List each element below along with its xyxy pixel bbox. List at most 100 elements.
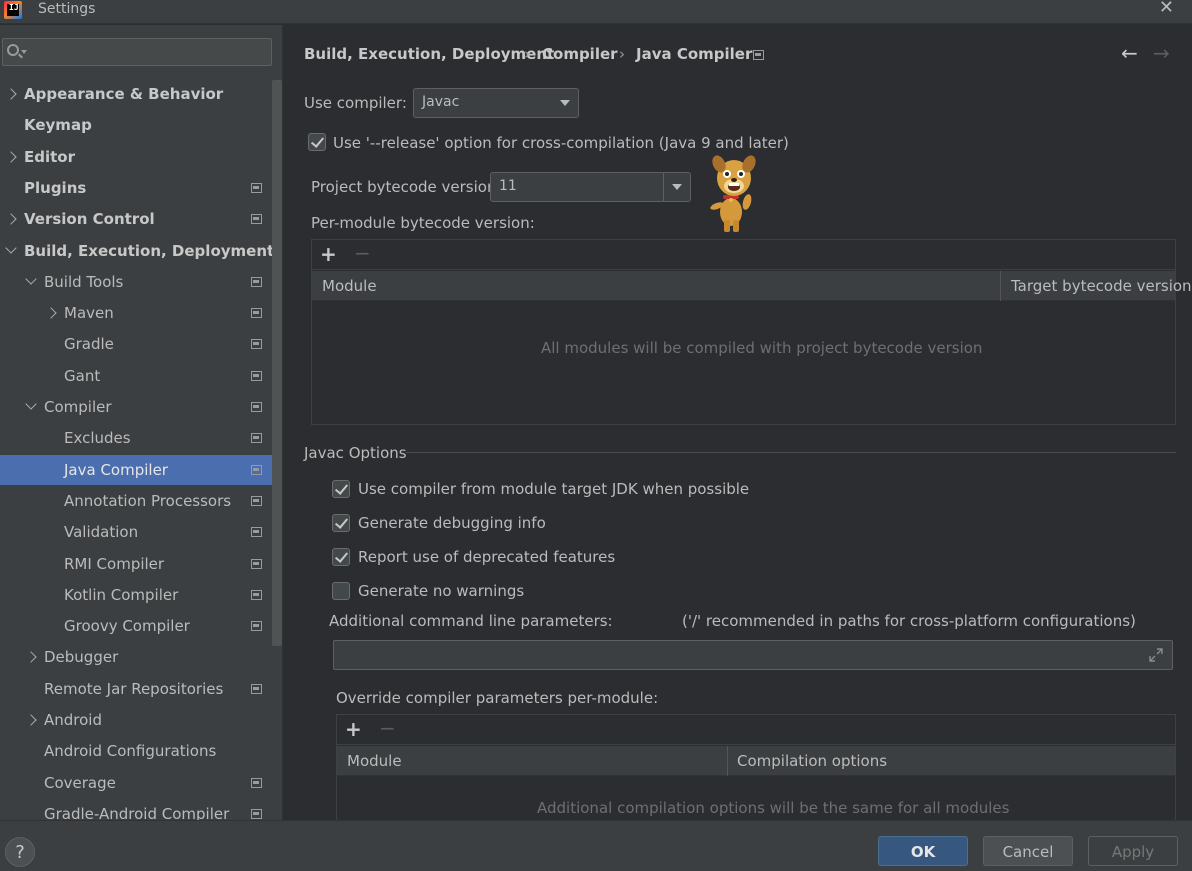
chevron-down-icon[interactable] xyxy=(25,398,37,410)
empty-table-text: All modules will be compiled with projec… xyxy=(541,339,983,357)
sidebar-item-keymap[interactable]: Keymap xyxy=(0,110,282,140)
sidebar-item-rmi-compiler[interactable]: RMI Compiler xyxy=(0,549,282,579)
column-header-module[interactable]: Module xyxy=(322,277,377,295)
override-table: + − Module Compilation options Additiona… xyxy=(336,714,1176,820)
chevron-right-icon[interactable] xyxy=(5,88,17,100)
project-level-icon xyxy=(251,590,262,600)
project-level-icon xyxy=(251,214,262,224)
chevron-right-icon[interactable] xyxy=(45,307,57,319)
sidebar-item-build-tools[interactable]: Build Tools xyxy=(0,267,282,297)
sidebar-item-coverage[interactable]: Coverage xyxy=(0,768,282,798)
sidebar-item-build-execution-deployment[interactable]: Build, Execution, Deployment xyxy=(0,236,282,266)
chevron-right-icon[interactable] xyxy=(5,213,17,225)
sidebar-item-label: Compiler xyxy=(44,398,112,416)
ok-button[interactable]: OK xyxy=(878,836,968,866)
option-label-module-jdk[interactable]: Use compiler from module target JDK when… xyxy=(358,480,749,498)
option-label-no-warnings[interactable]: Generate no warnings xyxy=(358,582,524,600)
project-level-icon xyxy=(251,433,262,443)
sidebar-item-label: Build, Execution, Deployment xyxy=(24,242,275,260)
forward-arrow-icon[interactable]: → xyxy=(1153,41,1170,65)
option-label-debug-info[interactable]: Generate debugging info xyxy=(358,514,546,532)
sidebar-item-label: Appearance & Behavior xyxy=(24,85,224,103)
use-compiler-select[interactable]: Javac xyxy=(413,88,579,118)
project-level-icon xyxy=(251,621,262,631)
breadcrumb-item[interactable]: Compiler xyxy=(542,45,618,63)
sidebar-item-compiler[interactable]: Compiler xyxy=(0,392,282,422)
project-level-icon xyxy=(251,371,262,381)
bytecode-version-combobox[interactable]: 11 xyxy=(490,172,691,202)
sidebar-item-groovy-compiler[interactable]: Groovy Compiler xyxy=(0,611,282,641)
chevron-down-icon[interactable] xyxy=(25,273,37,285)
sidebar-item-appearance-behavior[interactable]: Appearance & Behavior xyxy=(0,79,282,109)
sidebar-item-debugger[interactable]: Debugger xyxy=(0,642,282,672)
column-header-target-bytecode[interactable]: Target bytecode version xyxy=(1011,277,1192,295)
column-divider[interactable] xyxy=(727,746,728,776)
sidebar-item-android[interactable]: Android xyxy=(0,705,282,735)
sidebar-item-validation[interactable]: Validation xyxy=(0,517,282,547)
close-icon[interactable]: ✕ xyxy=(1159,0,1174,18)
search-input[interactable] xyxy=(29,41,265,63)
option-checkbox-debug-info[interactable] xyxy=(332,514,350,532)
sidebar-item-version-control[interactable]: Version Control xyxy=(0,204,282,234)
sidebar-item-excludes[interactable]: Excludes xyxy=(0,423,282,453)
section-title-javac-options: Javac Options xyxy=(304,444,407,462)
add-icon[interactable]: + xyxy=(345,717,362,741)
sidebar-item-gant[interactable]: Gant xyxy=(0,361,282,391)
remove-icon[interactable]: − xyxy=(379,716,396,740)
chevron-right-icon[interactable] xyxy=(25,714,37,726)
table-toolbar: + − xyxy=(312,240,1175,270)
project-level-icon xyxy=(251,496,262,506)
sidebar-item-remote-jar-repositories[interactable]: Remote Jar Repositories xyxy=(0,674,282,704)
sidebar-item-maven[interactable]: Maven xyxy=(0,298,282,328)
add-icon[interactable]: + xyxy=(320,242,337,266)
cmdline-hint: ('/' recommended in paths for cross-plat… xyxy=(682,612,1136,630)
sidebar-item-label: Validation xyxy=(64,523,139,541)
combo-divider xyxy=(663,173,664,201)
remove-icon[interactable]: − xyxy=(354,241,371,265)
per-module-label: Per-module bytecode version: xyxy=(311,214,535,232)
search-history-dropdown-icon[interactable] xyxy=(21,50,27,54)
option-label-deprecated[interactable]: Report use of deprecated features xyxy=(358,548,615,566)
settings-search[interactable] xyxy=(2,38,272,66)
breadcrumb-item[interactable]: Build, Execution, Deployment xyxy=(304,45,554,63)
empty-table-text: Additional compilation options will be t… xyxy=(537,799,1010,817)
sidebar-item-label: Remote Jar Repositories xyxy=(44,680,224,698)
sidebar-item-annotation-processors[interactable]: Annotation Processors xyxy=(0,486,282,516)
project-level-icon xyxy=(251,684,262,694)
apply-button[interactable]: Apply xyxy=(1088,836,1178,866)
sidebar-item-label: Android xyxy=(44,711,102,729)
chevron-right-icon[interactable] xyxy=(5,151,17,163)
sidebar-item-gradle[interactable]: Gradle xyxy=(0,329,282,359)
project-level-icon xyxy=(251,809,262,819)
sidebar-item-label: Gradle xyxy=(64,335,114,353)
sidebar-item-editor[interactable]: Editor xyxy=(0,142,282,172)
release-option-checkbox[interactable] xyxy=(308,133,326,151)
sidebar-item-label: Excludes xyxy=(64,429,131,447)
cmdline-label: Additional command line parameters: xyxy=(329,612,613,630)
sidebar-item-label: Debugger xyxy=(44,648,119,666)
option-checkbox-deprecated[interactable] xyxy=(332,548,350,566)
column-header-compilation-options[interactable]: Compilation options xyxy=(737,752,887,770)
sidebar-item-label: Groovy Compiler xyxy=(64,617,190,635)
sidebar-scrollbar[interactable] xyxy=(272,80,282,646)
sidebar-item-plugins[interactable]: Plugins xyxy=(0,173,282,203)
project-level-icon xyxy=(251,339,262,349)
chevron-right-icon[interactable] xyxy=(25,651,37,663)
back-arrow-icon[interactable]: ← xyxy=(1121,41,1138,65)
cmdline-input[interactable] xyxy=(333,640,1173,670)
option-checkbox-no-warnings[interactable] xyxy=(332,582,350,600)
expand-icon[interactable] xyxy=(1148,647,1164,663)
column-header-module[interactable]: Module xyxy=(347,752,402,770)
sidebar-item-label: Coverage xyxy=(44,774,116,792)
bytecode-version-value[interactable]: 11 xyxy=(499,178,517,194)
chevron-down-icon[interactable] xyxy=(672,184,682,190)
sidebar-item-android-configurations[interactable]: Android Configurations xyxy=(0,736,282,766)
column-divider[interactable] xyxy=(1000,271,1001,301)
chevron-down-icon[interactable] xyxy=(5,242,17,254)
cancel-button[interactable]: Cancel xyxy=(983,836,1073,866)
option-checkbox-module-jdk[interactable] xyxy=(332,480,350,498)
sidebar-item-java-compiler[interactable]: Java Compiler xyxy=(0,455,282,485)
sidebar-item-label: Annotation Processors xyxy=(64,492,232,510)
sidebar-item-kotlin-compiler[interactable]: Kotlin Compiler xyxy=(0,580,282,610)
help-button[interactable]: ? xyxy=(5,837,35,867)
